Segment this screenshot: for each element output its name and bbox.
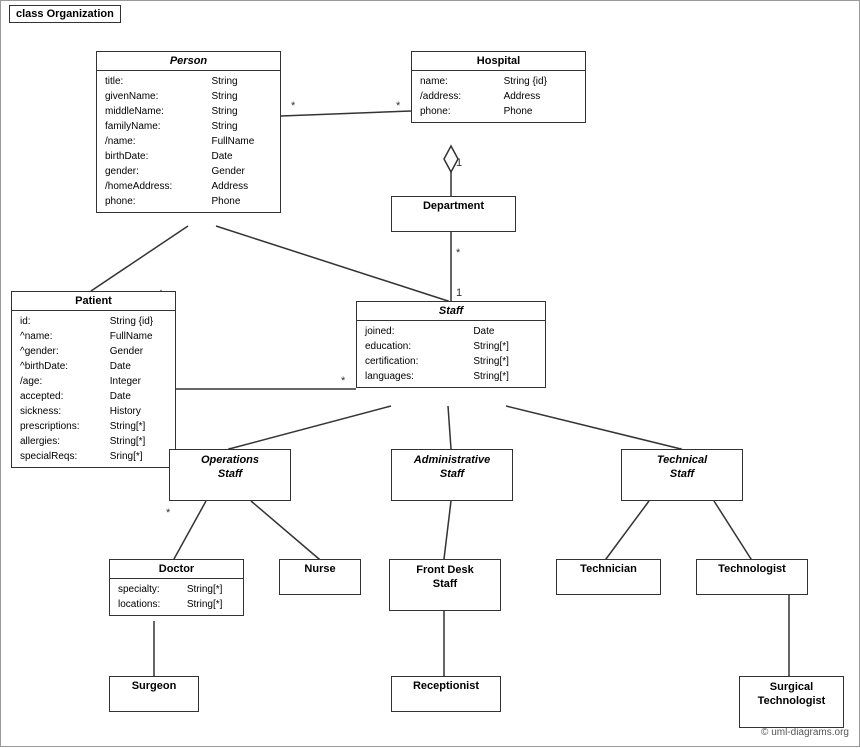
front-desk-staff-class: Front DeskStaff (389, 559, 501, 611)
staff-header: Staff (357, 302, 545, 321)
doctor-body: specialty:String[*] locations:String[*] (110, 579, 243, 615)
diagram-title: class Organization (9, 5, 121, 23)
operations-staff-class: OperationsStaff (169, 449, 291, 501)
operations-staff-header: OperationsStaff (170, 450, 290, 485)
hospital-header: Hospital (412, 52, 585, 71)
department-header: Department (392, 197, 515, 215)
hospital-body: name:String {id} /address:Address phone:… (412, 71, 585, 122)
svg-text:*: * (456, 247, 461, 259)
technical-staff-class: TechnicalStaff (621, 449, 743, 501)
administrative-staff-class: AdministrativeStaff (391, 449, 513, 501)
technician-header: Technician (557, 560, 660, 578)
svg-text:*: * (291, 100, 296, 112)
surgeon-header: Surgeon (110, 677, 198, 695)
person-body: title:String givenName:String middleName… (97, 71, 280, 212)
svg-text:*: * (396, 100, 401, 112)
staff-body: joined:Date education:String[*] certific… (357, 321, 545, 387)
nurse-header: Nurse (280, 560, 360, 578)
administrative-staff-header: AdministrativeStaff (392, 450, 512, 485)
patient-class: Patient id:String {id} ^name:FullName ^g… (11, 291, 176, 468)
hospital-class: Hospital name:String {id} /address:Addre… (411, 51, 586, 123)
patient-header: Patient (12, 292, 175, 311)
svg-text:1: 1 (456, 157, 462, 169)
doctor-class: Doctor specialty:String[*] locations:Str… (109, 559, 244, 616)
receptionist-header: Receptionist (392, 677, 500, 695)
diagram-container: class Organization (0, 0, 860, 747)
svg-text:1: 1 (456, 287, 462, 299)
staff-class: Staff joined:Date education:String[*] ce… (356, 301, 546, 388)
surgical-technologist-header: SurgicalTechnologist (740, 677, 843, 712)
doctor-header: Doctor (110, 560, 243, 579)
surgeon-class: Surgeon (109, 676, 199, 712)
person-header: Person (97, 52, 280, 71)
technician-class: Technician (556, 559, 661, 595)
patient-body: id:String {id} ^name:FullName ^gender:Ge… (12, 311, 175, 467)
technical-staff-header: TechnicalStaff (622, 450, 742, 485)
svg-text:*: * (341, 375, 346, 387)
nurse-class: Nurse (279, 559, 361, 595)
person-class: Person title:String givenName:String mid… (96, 51, 281, 213)
surgical-technologist-class: SurgicalTechnologist (739, 676, 844, 728)
department-class: Department (391, 196, 516, 232)
front-desk-staff-header: Front DeskStaff (390, 560, 500, 595)
technologist-header: Technologist (697, 560, 807, 578)
receptionist-class: Receptionist (391, 676, 501, 712)
technologist-class: Technologist (696, 559, 808, 595)
copyright: © uml-diagrams.org (761, 727, 849, 738)
svg-text:*: * (166, 507, 171, 519)
